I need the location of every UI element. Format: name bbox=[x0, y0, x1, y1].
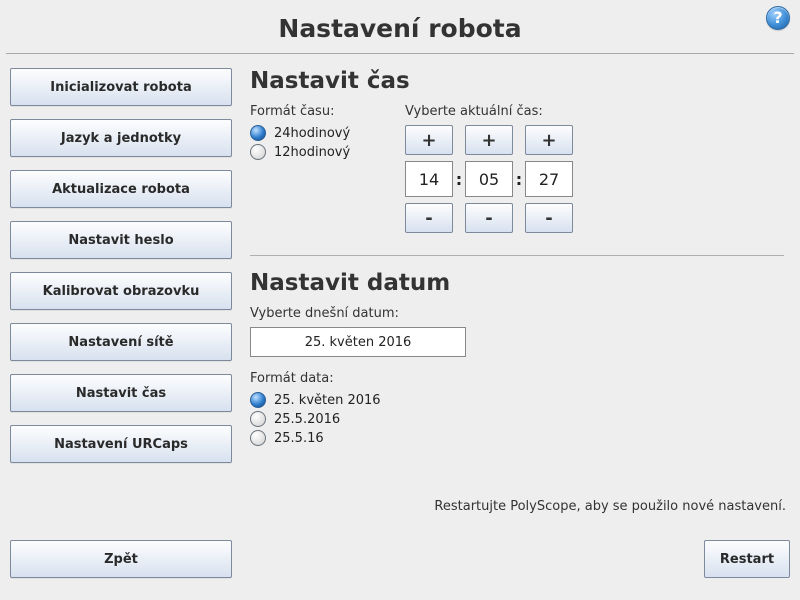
second-up-button[interactable]: + bbox=[525, 125, 573, 155]
sidebar-item-initialize-robot[interactable]: Inicializovat robota bbox=[10, 68, 232, 106]
radio-icon bbox=[250, 144, 266, 160]
hour-value[interactable]: 14 bbox=[405, 161, 453, 197]
radio-label: 12hodinový bbox=[274, 145, 350, 160]
sidebar-item-network-settings[interactable]: Nastavení sítě bbox=[10, 323, 232, 361]
page-title: Nastavení robota bbox=[0, 0, 800, 53]
second-down-button[interactable]: - bbox=[525, 203, 573, 233]
sidebar-item-set-time[interactable]: Nastavit čas bbox=[10, 374, 232, 412]
radio-label: 25.5.2016 bbox=[274, 412, 340, 427]
radio-label: 25. květen 2016 bbox=[274, 393, 381, 408]
time-heading: Nastavit čas bbox=[250, 68, 784, 94]
hour-down-button[interactable]: - bbox=[405, 203, 453, 233]
radio-date-mid[interactable]: 25.5.2016 bbox=[250, 411, 784, 427]
colon: : bbox=[513, 170, 525, 189]
sidebar-item-language-units[interactable]: Jazyk a jednotky bbox=[10, 119, 232, 157]
radio-icon bbox=[250, 125, 266, 141]
sidebar-item-urcaps-settings[interactable]: Nastavení URCaps bbox=[10, 425, 232, 463]
back-button[interactable]: Zpět bbox=[10, 540, 232, 578]
restart-note: Restartujte PolyScope, aby se použilo no… bbox=[434, 499, 786, 514]
date-heading: Nastavit datum bbox=[250, 270, 784, 296]
help-icon[interactable]: ? bbox=[766, 6, 790, 30]
time-pick-label: Vyberte aktuální čas: bbox=[405, 104, 573, 119]
minute-value[interactable]: 05 bbox=[465, 161, 513, 197]
sidebar-item-update-robot[interactable]: Aktualizace robota bbox=[10, 170, 232, 208]
radio-24h[interactable]: 24hodinový bbox=[250, 125, 405, 141]
date-input[interactable]: 25. květen 2016 bbox=[250, 327, 466, 357]
radio-label: 24hodinový bbox=[274, 126, 350, 141]
sidebar-item-calibrate-screen[interactable]: Kalibrovat obrazovku bbox=[10, 272, 232, 310]
main-panel: Nastavit čas Formát času: 24hodinový 12h… bbox=[250, 68, 790, 463]
sidebar: Inicializovat robota Jazyk a jednotky Ak… bbox=[10, 68, 232, 463]
radio-label: 25.5.16 bbox=[274, 431, 324, 446]
divider bbox=[250, 255, 784, 256]
minute-down-button[interactable]: - bbox=[465, 203, 513, 233]
radio-icon bbox=[250, 392, 266, 408]
radio-date-short[interactable]: 25.5.16 bbox=[250, 430, 784, 446]
time-format-label: Formát času: bbox=[250, 104, 405, 119]
radio-icon bbox=[250, 430, 266, 446]
time-spinner: + + + 14 : 05 : 27 - - - bbox=[405, 125, 573, 233]
minute-up-button[interactable]: + bbox=[465, 125, 513, 155]
hour-up-button[interactable]: + bbox=[405, 125, 453, 155]
radio-12h[interactable]: 12hodinový bbox=[250, 144, 405, 160]
second-value[interactable]: 27 bbox=[525, 161, 573, 197]
colon: : bbox=[453, 170, 465, 189]
date-pick-label: Vyberte dnešní datum: bbox=[250, 306, 784, 321]
radio-icon bbox=[250, 411, 266, 427]
sidebar-item-set-password[interactable]: Nastavit heslo bbox=[10, 221, 232, 259]
date-format-label: Formát data: bbox=[250, 371, 784, 386]
radio-date-long[interactable]: 25. květen 2016 bbox=[250, 392, 784, 408]
restart-button[interactable]: Restart bbox=[704, 540, 790, 578]
